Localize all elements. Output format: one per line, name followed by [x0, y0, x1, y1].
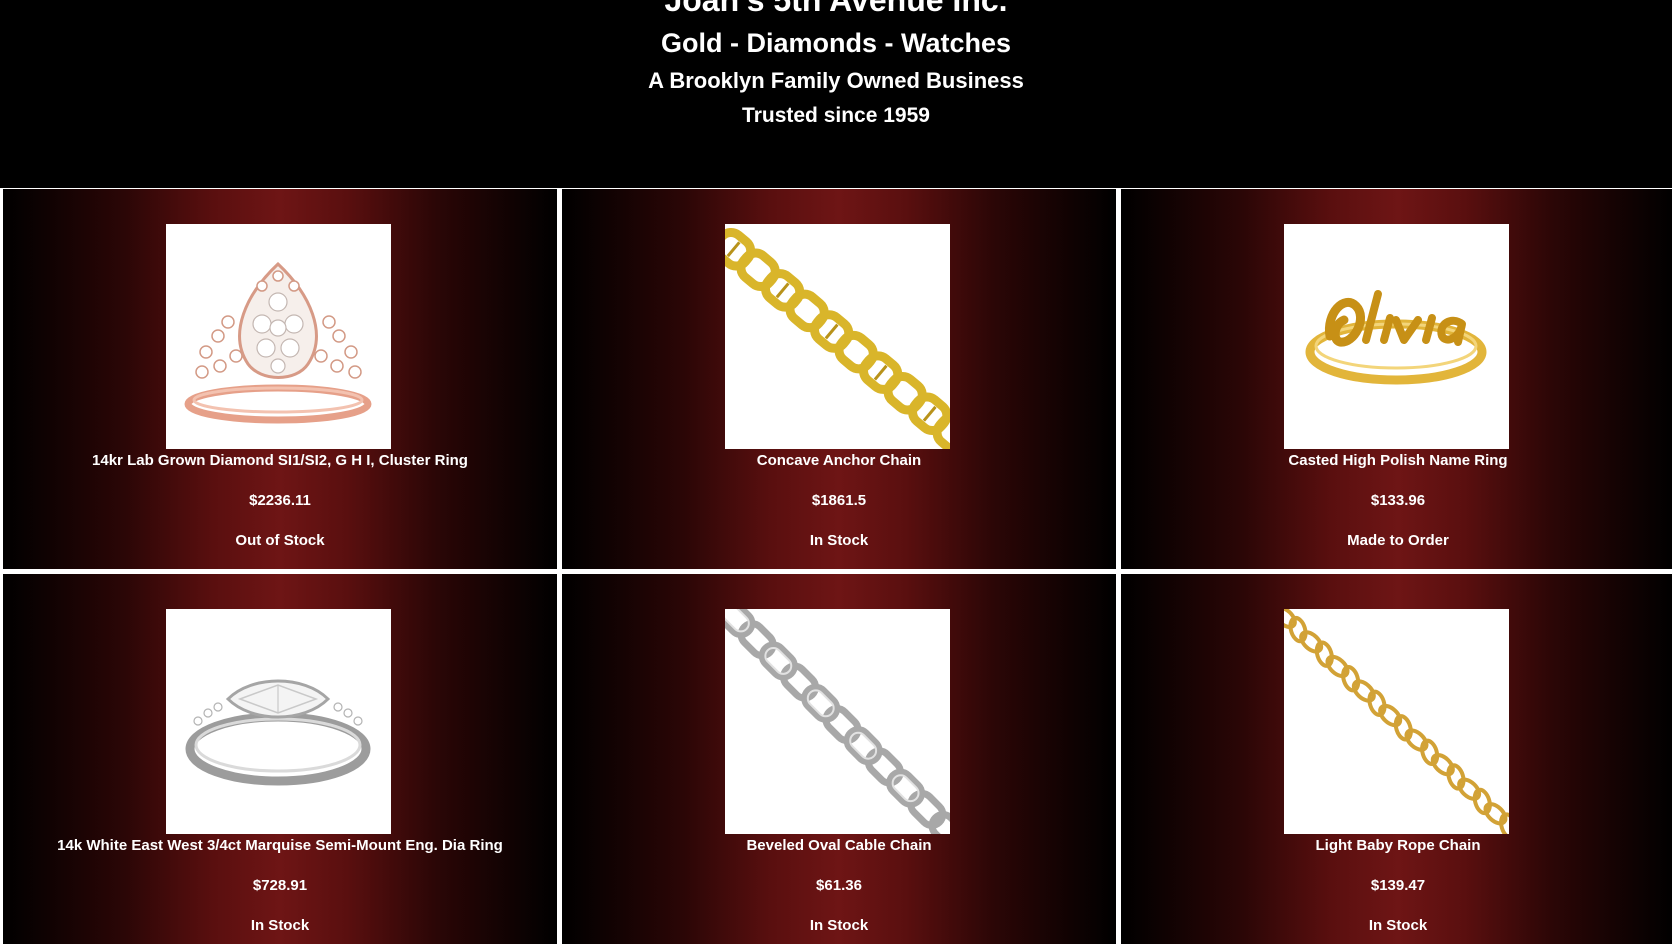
product-price: $133.96: [1370, 492, 1426, 509]
product-image[interactable]: [166, 224, 391, 449]
product-name[interactable]: Concave Anchor Chain: [562, 451, 1116, 471]
store-subtitle: A Brooklyn Family Owned Business: [648, 68, 1024, 93]
product-stock-status: In Stock: [809, 917, 869, 934]
diamond-cluster-ring-image: [166, 224, 391, 449]
product-stock-status: Made to Order: [1347, 532, 1449, 549]
site-header: Joan's 5th Avenue Inc. Gold - Diamonds -…: [0, 0, 1672, 188]
product-price: $61.36: [816, 877, 862, 894]
product-stock-status: Out of Stock: [235, 532, 325, 549]
product-name[interactable]: Casted High Polish Name Ring: [1121, 451, 1672, 471]
anchor-chain-image: [725, 224, 950, 449]
product-name[interactable]: 14kr Lab Grown Diamond SI1/SI2, G H I, C…: [3, 451, 557, 471]
rope-chain-image: [1284, 609, 1509, 834]
product-image[interactable]: [725, 609, 950, 834]
product-price: $1861.5: [811, 492, 867, 509]
product-card[interactable]: 14kr Lab Grown Diamond SI1/SI2, G H I, C…: [3, 189, 557, 569]
product-image[interactable]: [1284, 224, 1509, 449]
product-image[interactable]: [166, 609, 391, 834]
product-card[interactable]: 14k White East West 3/4ct Marquise Semi-…: [3, 574, 557, 944]
product-price: $139.47: [1370, 877, 1426, 894]
store-tagline: Gold - Diamonds - Watches: [660, 28, 1012, 58]
product-price: $2236.11: [249, 492, 311, 509]
cable-chain-image: [725, 609, 950, 834]
product-image[interactable]: [725, 224, 950, 449]
product-stock-status: In Stock: [1368, 917, 1428, 934]
store-since: Trusted since 1959: [742, 104, 930, 127]
product-card[interactable]: Light Baby Rope Chain $139.47 In Stock: [1121, 574, 1672, 944]
product-name[interactable]: 14k White East West 3/4ct Marquise Semi-…: [3, 836, 557, 856]
product-card[interactable]: Concave Anchor Chain $1861.5 In Stock: [562, 189, 1116, 569]
product-image[interactable]: [1284, 609, 1509, 834]
product-stock-status: In Stock: [809, 532, 869, 549]
product-card[interactable]: Beveled Oval Cable Chain $61.36 In Stock: [562, 574, 1116, 944]
product-grid: 14kr Lab Grown Diamond SI1/SI2, G H I, C…: [0, 189, 1672, 944]
product-price: $728.91: [252, 877, 308, 894]
product-name[interactable]: Light Baby Rope Chain: [1121, 836, 1672, 856]
product-stock-status: In Stock: [250, 917, 310, 934]
name-ring-image: [1284, 224, 1509, 449]
product-card[interactable]: Casted High Polish Name Ring $133.96 Mad…: [1121, 189, 1672, 569]
store-name[interactable]: Joan's 5th Avenue Inc.: [0, 0, 1672, 18]
page: Joan's 5th Avenue Inc. Gold - Diamonds -…: [0, 0, 1672, 944]
marquise-ring-image: [166, 609, 391, 834]
product-name[interactable]: Beveled Oval Cable Chain: [562, 836, 1116, 856]
